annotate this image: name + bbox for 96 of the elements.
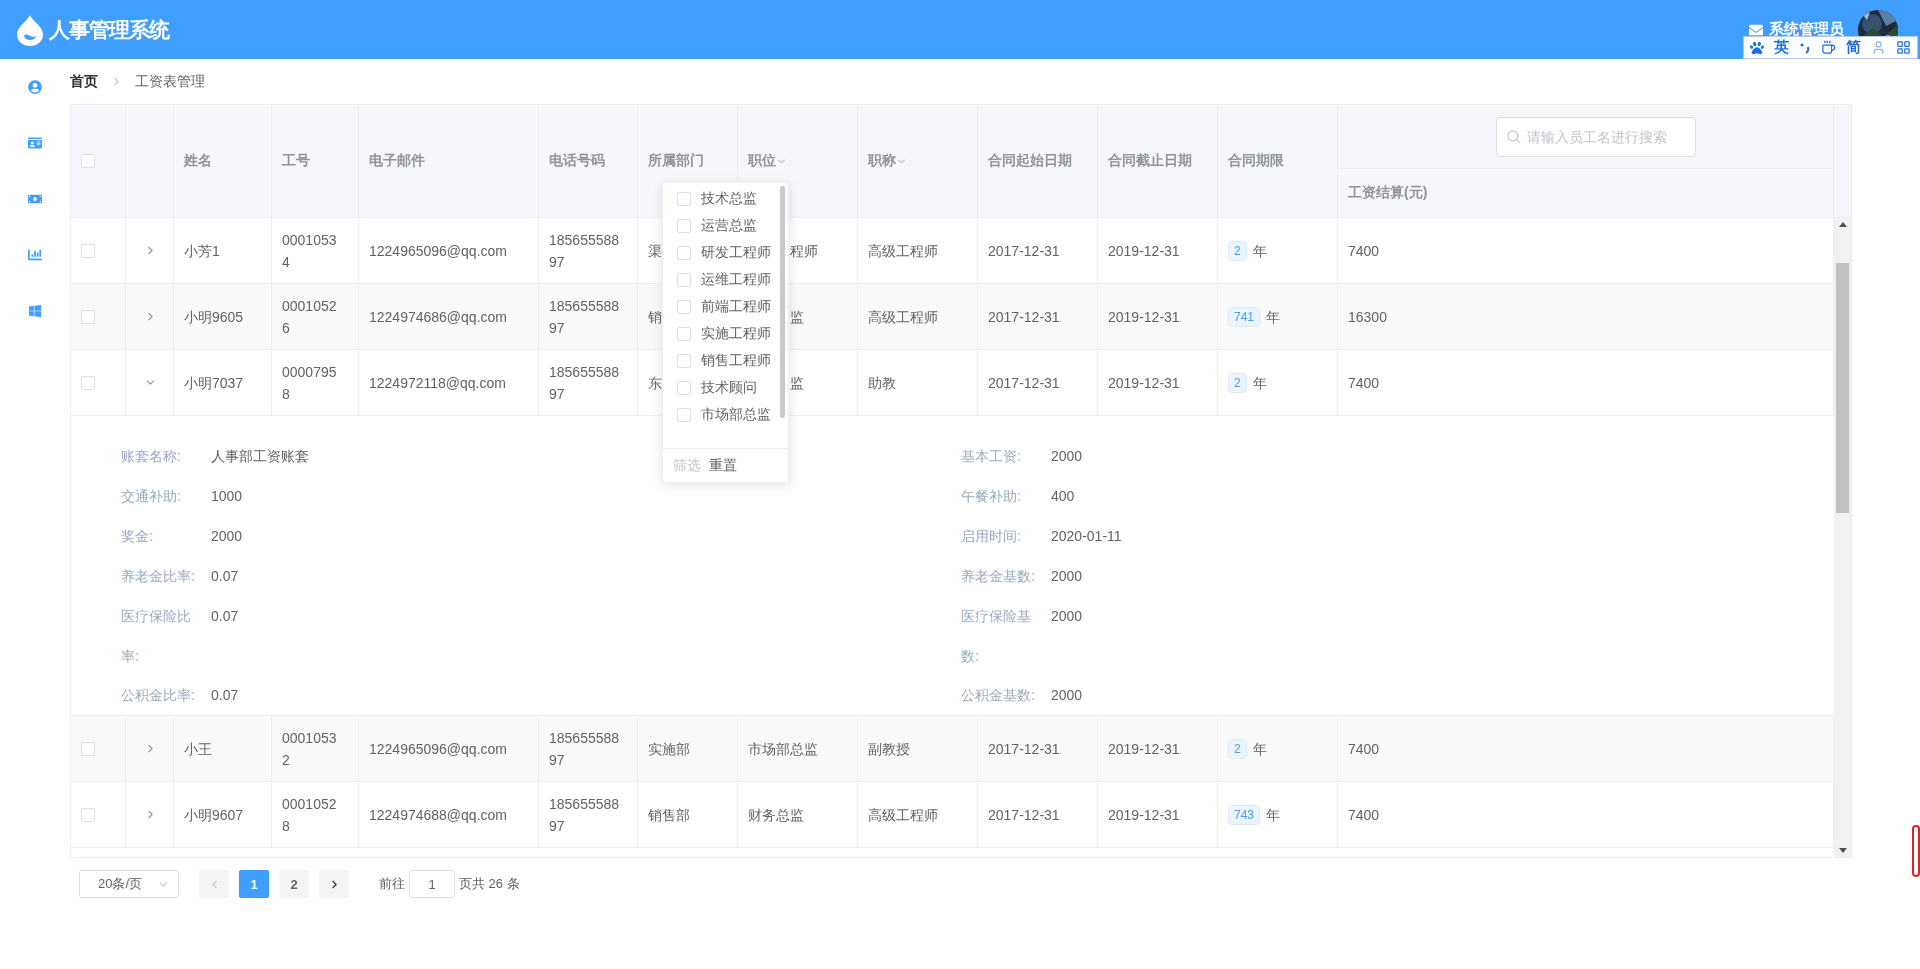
- row-checkbox[interactable]: [81, 741, 95, 756]
- select-all-checkbox[interactable]: [81, 154, 95, 168]
- detail-label: 交通补助:: [121, 487, 182, 506]
- breadcrumb-item[interactable]: 首页: [70, 72, 98, 91]
- detail-value: 2020-01-11: [1051, 527, 1122, 546]
- detail-label: 启用时间:: [961, 527, 1022, 546]
- page-total: 页共 26 条: [459, 875, 520, 893]
- search-field[interactable]: 请输入员工名进行搜索: [1496, 116, 1696, 157]
- goto-label: 前往: [379, 875, 405, 893]
- grid-icon[interactable]: [1896, 40, 1911, 55]
- term-unit: 年: [1266, 307, 1281, 327]
- table-cell: 2017-12-31: [978, 350, 1098, 416]
- detail-value: 400: [1051, 487, 1075, 506]
- column-header: 工号: [282, 152, 310, 170]
- detail-value: 0.07: [211, 607, 239, 626]
- user-icon[interactable]: [1871, 40, 1886, 55]
- detail-value: 2000: [211, 527, 243, 546]
- term-unit: 年: [1252, 373, 1267, 393]
- detail-value: 2000: [1051, 607, 1083, 626]
- term-tag: 2: [1228, 738, 1247, 759]
- id-card-icon[interactable]: [25, 135, 45, 151]
- page-button[interactable]: 2: [279, 870, 309, 898]
- ime-script-toggle[interactable]: 简: [1846, 38, 1861, 57]
- page-input[interactable]: 1: [409, 870, 455, 898]
- term-tag: 2: [1228, 240, 1247, 261]
- drop-logo-icon: [15, 13, 45, 46]
- down-arrow-icon[interactable]: [1838, 848, 1847, 853]
- column-header: 电子邮件: [369, 152, 425, 170]
- column-header: 职位: [748, 152, 776, 170]
- table-cell: 00010528: [272, 782, 359, 848]
- table-cell: 18565558897: [539, 350, 638, 416]
- detail-value: 2000: [1051, 567, 1083, 586]
- term-unit: 年: [1252, 739, 1267, 759]
- column-header: 工资结算(元): [1348, 184, 1428, 202]
- table-cell: 2019-12-31: [1098, 782, 1218, 848]
- scroll-indicator-icon: [1912, 825, 1920, 877]
- mail-icon[interactable]: [1749, 22, 1763, 37]
- up-arrow-icon[interactable]: [1838, 222, 1847, 227]
- term-unit: 年: [1252, 241, 1267, 261]
- detail-label: 养老金比率:: [121, 567, 196, 586]
- detail-value: 2000: [1051, 686, 1083, 705]
- detail-value: 0.07: [211, 686, 239, 705]
- page-size-select[interactable]: 20条/页: [79, 870, 179, 898]
- row-checkbox[interactable]: [81, 375, 95, 390]
- punctuation-icon[interactable]: [1799, 41, 1811, 54]
- row-checkbox[interactable]: [81, 243, 95, 258]
- detail-value: 2000: [1051, 447, 1083, 466]
- table-cell: 高级工程师: [858, 782, 978, 848]
- breadcrumb-item: 工资表管理: [135, 72, 205, 91]
- cup-icon[interactable]: [1821, 40, 1836, 55]
- table-cell: 1224974688@qq.com: [359, 782, 539, 848]
- column-header: 所属部门: [648, 152, 704, 170]
- column-header: 合同起始日期: [988, 152, 1072, 170]
- table-cell: 财务总监: [738, 782, 858, 848]
- table-cell: 2017-12-31: [978, 782, 1098, 848]
- detail-label: 公积金基数:: [961, 686, 1036, 705]
- detail-label: 养老金基数:: [961, 567, 1036, 586]
- detail-label: 午餐补助:: [961, 487, 1022, 506]
- detail-value: 1000: [211, 487, 243, 506]
- table-cell: 销售部: [638, 782, 738, 848]
- column-header: 职称: [868, 152, 896, 170]
- bar-chart-icon[interactable]: [25, 247, 45, 263]
- table-cell: 18565558897: [539, 782, 638, 848]
- table-cell: 小明7037: [174, 350, 272, 416]
- term-tag: 2: [1228, 372, 1247, 393]
- term-tag: 743: [1228, 804, 1261, 825]
- scrollbar-thumb[interactable]: [780, 186, 785, 418]
- app-title: 人事管理系统: [49, 16, 169, 43]
- table-cell: 2019-12-31: [1098, 350, 1218, 416]
- user-icon[interactable]: [25, 79, 45, 95]
- ime-language-toggle[interactable]: 英: [1774, 38, 1789, 57]
- paw-icon[interactable]: [1750, 40, 1764, 55]
- filter-reset-button[interactable]: 重置: [709, 456, 737, 475]
- detail-label: 医疗保险比率:: [121, 607, 192, 666]
- table-cell: 00007958: [272, 350, 359, 416]
- detail-label: 公积金比率:: [121, 686, 196, 705]
- detail-label: 医疗保险基数:: [961, 607, 1032, 666]
- table-cell: 助教: [858, 350, 978, 416]
- column-header: 电话号码: [549, 152, 605, 170]
- table-cell: 1224972118@qq.com: [359, 350, 539, 416]
- filter-option[interactable]: 技术总监: [677, 191, 788, 207]
- detail-label: 奖金:: [121, 527, 154, 546]
- term-unit: 年: [1266, 805, 1281, 825]
- column-header: 合同截止日期: [1108, 152, 1192, 170]
- column-header: 合同期限: [1228, 152, 1284, 170]
- detail-label: 账套名称:: [121, 447, 182, 466]
- scrollbar-thumb[interactable]: [1836, 262, 1849, 513]
- term-tag: 741: [1228, 306, 1261, 327]
- detail-value: 0.07: [211, 567, 239, 586]
- column-header: 姓名: [184, 152, 212, 170]
- detail-label: 基本工资:: [961, 447, 1022, 466]
- search-icon: [1506, 128, 1521, 144]
- row-checkbox[interactable]: [81, 309, 95, 324]
- table-cell: 小明9607: [174, 782, 272, 848]
- detail-value: 人事部工资账套: [211, 447, 309, 466]
- row-checkbox[interactable]: [81, 807, 95, 822]
